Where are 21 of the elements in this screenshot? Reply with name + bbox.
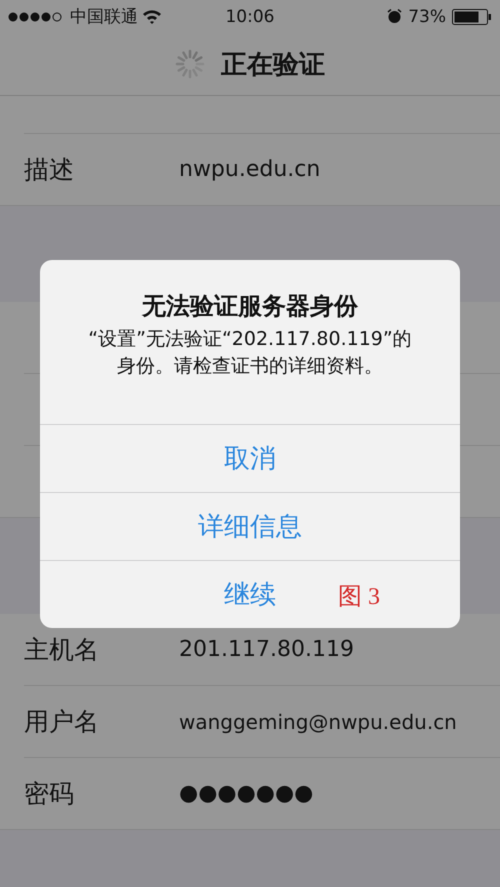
battery-icon [452,8,492,24]
alert-title: 无法验证服务器身份 [140,291,359,322]
loading-spinner-icon [175,49,205,79]
field-value: nwpu.edu.cn [179,157,320,182]
battery-percent: 73% [408,6,446,26]
field-label: 主机名 [24,634,100,666]
alert-button[interactable]: 取消 [40,424,460,492]
field-value: ●●●●●●● [179,781,314,806]
field-label: 描述 [24,154,75,186]
field-value: 201.117.80.119 [179,637,354,662]
figure-label: 图 3 [338,583,380,612]
status-time: 10:06 [224,6,276,26]
alert-message: “设置”无法验证“202.117.80.119”的身份。请检查证书的详细资料。 [87,327,413,379]
field-label: 密码 [24,778,75,810]
wifi-icon [142,9,162,24]
alert-button[interactable]: 详细信息 [40,492,460,560]
carrier-name: 中国联通 [70,6,138,28]
field-value: wanggeming@nwpu.edu.cn [179,710,457,734]
nav-title: 正在验证 [221,48,325,82]
alarm-icon [387,9,402,24]
field-label: 用户名 [24,706,100,738]
